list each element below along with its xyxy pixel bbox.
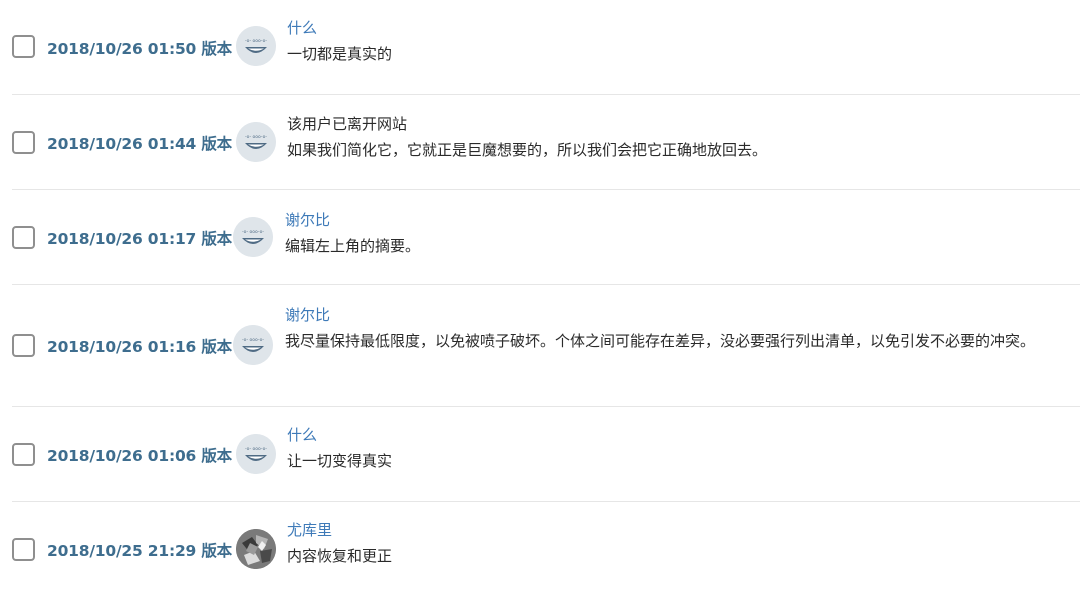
revision-row: 2018/10/26 01:06 版本 -o- ooo-o- 什么 让一切变得真… (12, 407, 1080, 502)
revision-checkbox[interactable] (12, 35, 35, 58)
revision-summary: 如果我们简化它，它就正是巨魔想要的，所以我们会把它正确地放回去。 (287, 141, 768, 159)
revision-checkbox[interactable] (12, 443, 35, 466)
revision-history-list: 2018/10/26 01:50 版本 -o- ooo-o- 什么 一切都是真实… (0, 0, 1080, 590)
default-avatar-icon[interactable]: -o- ooo-o- (236, 26, 276, 66)
default-avatar-icon[interactable]: -o- ooo-o- (236, 122, 276, 162)
revision-checkbox[interactable] (12, 131, 35, 154)
revision-date-link[interactable]: 2018/10/26 01:44 版本 (47, 132, 232, 154)
photo-avatar-icon[interactable] (236, 529, 276, 569)
revision-author-link[interactable]: 尤库里 (287, 519, 1076, 541)
revision-summary: 内容恢复和更正 (287, 547, 393, 565)
default-avatar-icon[interactable]: -o- ooo-o- (233, 325, 273, 365)
revision-date-link[interactable]: 2018/10/25 21:29 版本 (47, 539, 232, 561)
revision-row: 2018/10/26 01:17 版本 -o- ooo-o- 谢尔比 编辑左上角… (12, 190, 1080, 285)
svg-text:-o- ooo-o-: -o- ooo-o- (245, 39, 267, 44)
revision-date-link[interactable]: 2018/10/26 01:50 版本 (47, 37, 232, 59)
revision-author-link[interactable]: 什么 (287, 424, 1076, 446)
default-avatar-icon[interactable]: -o- ooo-o- (236, 434, 276, 474)
revision-summary: 一切都是真实的 (287, 45, 393, 63)
revision-author-label: 该用户已离开网站 (287, 115, 408, 133)
revision-summary: 让一切变得真实 (287, 452, 393, 470)
revision-summary: 我尽量保持最低限度，以免被喷子破坏。个体之间可能存在差异，没必要强行列出清单，以… (285, 332, 1036, 350)
default-avatar-icon[interactable]: -o- ooo-o- (233, 217, 273, 257)
revision-row: 2018/10/25 21:29 版本 尤库里 内容恢复和更正 (12, 502, 1080, 590)
revision-date-link[interactable]: 2018/10/26 01:16 版本 (47, 335, 232, 357)
revision-row: 2018/10/26 01:44 版本 -o- ooo-o- 该用户已离开网站 … (12, 95, 1080, 190)
svg-text:-o- ooo-o-: -o- ooo-o- (242, 230, 264, 235)
revision-author-link[interactable]: 什么 (287, 17, 1076, 39)
revision-row: 2018/10/26 01:16 版本 -o- ooo-o- 谢尔比 我尽量保持… (12, 285, 1080, 407)
revision-author-link[interactable]: 谢尔比 (285, 304, 1076, 326)
svg-text:-o- ooo-o-: -o- ooo-o- (242, 338, 264, 343)
svg-text:-o- ooo-o-: -o- ooo-o- (245, 447, 267, 452)
revision-row: 2018/10/26 01:50 版本 -o- ooo-o- 什么 一切都是真实… (12, 0, 1080, 95)
revision-date-link[interactable]: 2018/10/26 01:06 版本 (47, 444, 232, 466)
revision-date-link[interactable]: 2018/10/26 01:17 版本 (47, 227, 232, 249)
revision-author-link[interactable]: 谢尔比 (285, 209, 1076, 231)
revision-summary: 编辑左上角的摘要。 (285, 237, 421, 255)
revision-checkbox[interactable] (12, 538, 35, 561)
revision-checkbox[interactable] (12, 334, 35, 357)
svg-text:-o- ooo-o-: -o- ooo-o- (245, 135, 267, 140)
revision-checkbox[interactable] (12, 226, 35, 249)
